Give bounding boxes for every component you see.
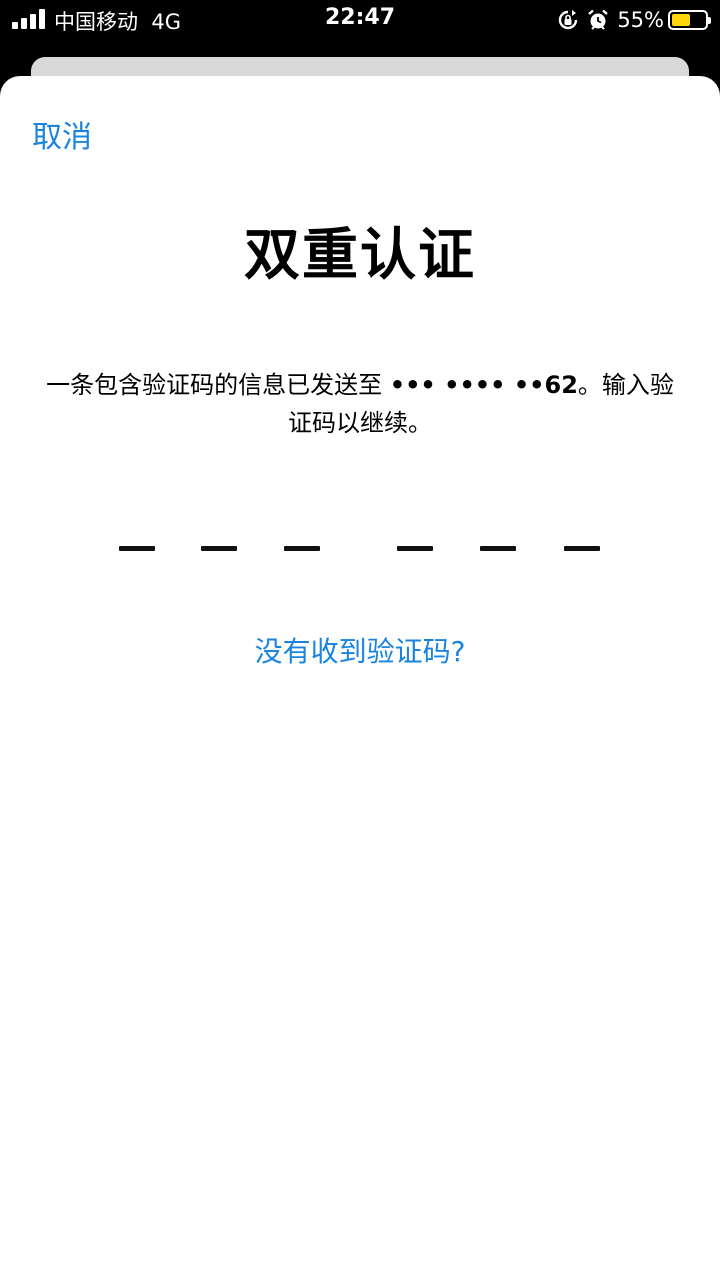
orientation-lock-icon — [559, 10, 578, 30]
status-bar: 中国移动 4G 22:47 55% — [0, 0, 720, 40]
code-slot-3[interactable] — [284, 546, 320, 551]
alarm-icon — [588, 9, 609, 30]
status-right-icons: 55% — [557, 6, 711, 34]
battery-percent: 55% — [617, 8, 664, 32]
code-slot-1[interactable] — [119, 546, 155, 551]
message-prefix: 一条包含验证码的信息已发送至 — [46, 371, 390, 399]
code-slot-4[interactable] — [397, 546, 433, 551]
code-slot-6[interactable] — [564, 546, 600, 551]
no-code-received-link[interactable]: 没有收到验证码? — [0, 630, 720, 670]
verification-message: 一条包含验证码的信息已发送至 ••• •••• ••62。输入验证码以继续。 — [40, 366, 680, 442]
code-slot-2[interactable] — [201, 546, 237, 551]
code-slot-5[interactable] — [480, 546, 516, 551]
cancel-button[interactable]: 取消 — [32, 112, 92, 156]
page-title: 双重认证 — [244, 223, 476, 288]
masked-phone-number: ••• •••• ••62 — [389, 371, 578, 399]
battery-fill — [672, 14, 690, 26]
verification-code-input[interactable] — [0, 546, 720, 556]
screen: 中国移动 4G 22:47 55% 取消 双重认证 一条包含验证码的信息已发送至… — [0, 0, 720, 1280]
battery-icon — [668, 10, 711, 30]
